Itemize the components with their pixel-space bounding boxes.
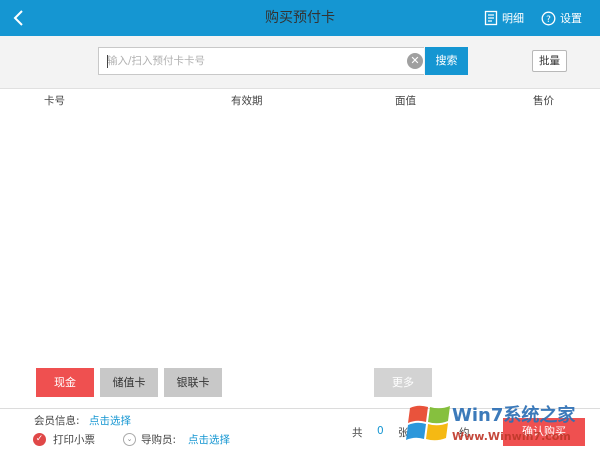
guide-select-link[interactable]: 点击选择 (188, 432, 230, 447)
svg-text:Www.Winwin7.com: Www.Winwin7.com (452, 430, 571, 443)
svg-text:?: ? (546, 15, 551, 25)
card-number-input[interactable] (107, 48, 397, 74)
receipt-icon (484, 10, 498, 26)
detail-label: 明细 (502, 12, 524, 25)
pay-unionpay-button[interactable]: 银联卡 (164, 368, 222, 397)
settings-label: 设置 (560, 12, 582, 25)
total-prefix: 共 (352, 427, 363, 439)
pay-cash-button[interactable]: 现金 (36, 368, 94, 397)
watermark-text: Win7系统之家 Www.Winwin7.com (452, 404, 576, 443)
more-payment-button[interactable]: 更多 (374, 368, 432, 397)
detail-button[interactable]: 明细 (484, 7, 524, 29)
pay-stored-value-button[interactable]: 储值卡 (100, 368, 158, 397)
member-info-label: 会员信息: (34, 415, 80, 427)
watermark: Win7系统之家 Www.Winwin7.com (404, 398, 600, 450)
member-select-link[interactable]: 点击选择 (89, 413, 131, 428)
column-header-price: 售价 (533, 95, 554, 107)
chevron-left-icon (13, 10, 23, 26)
back-button[interactable] (6, 4, 30, 32)
print-receipt-label[interactable]: 打印小票 (53, 432, 95, 447)
column-header-face-value: 面值 (395, 95, 416, 107)
text-cursor (107, 55, 108, 68)
guide-label: 导购员: (141, 434, 177, 446)
search-field[interactable] (98, 47, 424, 75)
help-circle-icon: ? (541, 11, 556, 25)
batch-button[interactable]: 批量 (532, 50, 567, 72)
clear-icon[interactable]: ✕ (407, 53, 423, 69)
svg-text:Win7系统之家: Win7系统之家 (452, 404, 576, 426)
column-header-card-number: 卡号 (44, 95, 65, 107)
search-button[interactable]: 搜索 (425, 47, 468, 75)
check-icon[interactable]: ✓ (33, 433, 46, 446)
total-count: 0 (377, 425, 384, 437)
column-header-expiry: 有效期 (231, 95, 263, 107)
settings-button[interactable]: ? 设置 (541, 7, 582, 29)
chevron-down-icon[interactable]: ⌄ (123, 433, 136, 446)
windows-logo-icon (406, 405, 450, 441)
